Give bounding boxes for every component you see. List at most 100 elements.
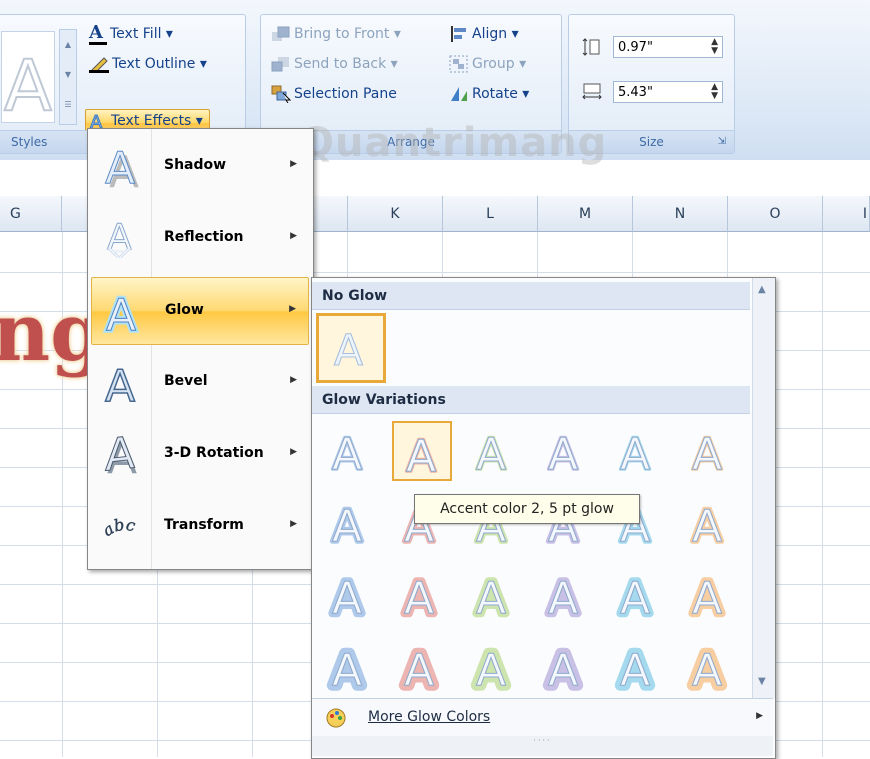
glow-a-icon: AA [399,640,440,702]
text-fill-icon: A [89,23,107,45]
styles-gallery-scroll[interactable]: ▲ ▼ ☰ [59,29,77,125]
menu-item-glow[interactable]: AA Glow ▶ [91,277,309,345]
menu-item-3d-rotation[interactable]: AA 3-D Rotation ▶ [91,421,309,489]
svg-text:A: A [106,290,136,336]
svg-text:A: A [406,431,436,482]
height-spinner-arrows[interactable]: ▲ ▼ [711,38,718,56]
column-header-n[interactable]: N [633,196,728,232]
gallery-scrollbar[interactable]: ▲ ▼ [752,278,775,698]
glow-variation-option[interactable]: AA [320,493,380,555]
glow-a-icon: AA [619,428,652,482]
glow-variation-option[interactable]: AA [320,421,380,482]
menu-item-shadow[interactable]: AA Shadow ▶ [91,133,309,201]
send-to-back-button[interactable]: Send to Back ▾ [271,53,398,75]
glow-a-icon: AA [328,569,366,628]
glow-variation-option[interactable]: AA [320,637,380,702]
glow-variation-option[interactable]: AA [680,421,740,482]
watermark: Quantrimang [300,120,607,166]
glow-a-icon: AA [327,640,368,702]
svg-text:A: A [476,429,506,480]
group-button[interactable]: Group ▾ [449,53,526,75]
svg-text:A: A [476,573,506,624]
glow-variation-option[interactable]: AA [392,421,452,484]
svg-text:A: A [107,245,132,259]
selection-pane-button[interactable]: Selection Pane [271,83,397,105]
svg-text:A: A [332,501,362,552]
svg-text:A: A [332,573,362,624]
glow-variation-option[interactable]: AA [536,565,596,628]
submenu-arrow-icon: ▶ [290,519,297,529]
glow-variation-option[interactable]: AA [680,493,740,555]
svg-text:A: A [334,326,363,376]
text-outline-button[interactable]: Text Outline ▾ [89,53,207,75]
glow-variation-option[interactable]: AA [464,421,524,482]
glow-variation-option[interactable]: AA [392,565,452,628]
width-spinner-arrows[interactable]: ▲ ▼ [711,83,718,101]
svg-text:A: A [620,573,650,624]
color-palette-icon [326,708,346,732]
submenu-arrow-icon: ▶ [290,447,297,457]
shape-width-input[interactable]: 5.43" ▲ ▼ [613,81,723,103]
rotation-a-icon: AA [105,431,138,479]
glow-a-icon: AA [104,288,139,336]
more-glow-colors-item[interactable]: More Glow Colors ▶ [312,698,773,737]
text-outline-pen-icon [89,55,109,74]
submenu-arrow-icon: ▶ [290,375,297,385]
no-glow-header: No Glow [312,282,750,310]
glow-variation-option[interactable]: AA [320,565,380,628]
group-icon [449,55,469,73]
glow-a-icon: AA [691,428,724,482]
shadow-a-icon: AA [105,143,140,191]
wordart-style-preview[interactable]: A [1,31,55,128]
glow-variation-option[interactable]: AA [680,565,740,628]
glow-variation-option[interactable]: AA [392,637,452,702]
column-header-o[interactable]: O [728,196,823,232]
no-glow-option[interactable]: A [316,313,386,383]
glow-variation-option[interactable]: AA [608,637,668,702]
svg-text:A: A [620,645,650,696]
svg-text:A: A [105,143,135,191]
shape-height-input[interactable]: 0.97" ▲ ▼ [613,36,723,58]
glow-a-icon: AA [330,499,365,555]
scroll-down-icon[interactable]: ▼ [758,676,766,687]
glow-variation-option[interactable]: AA [608,565,668,628]
svg-text:A: A [404,573,434,624]
scroll-up-icon[interactable]: ▲ [758,284,766,295]
menu-item-bevel[interactable]: A Bevel ▶ [91,349,309,417]
glow-a-icon: AA [472,569,510,628]
send-to-back-icon [271,55,291,73]
glow-variation-option[interactable]: AA [464,637,524,702]
svg-text:A: A [105,431,135,479]
menu-item-transform[interactable]: abc Transform ▶ [91,493,309,561]
bring-to-front-button[interactable]: Bring to Front ▾ [271,23,401,45]
svg-text:A: A [404,645,434,696]
column-header-k[interactable]: K [348,196,443,232]
submenu-arrow-icon: ▶ [289,304,296,314]
glow-variation-option[interactable]: AA [608,421,668,482]
glow-a-icon: AA [405,430,438,484]
column-header-m[interactable]: M [538,196,633,232]
column-header-l[interactable]: L [443,196,538,232]
glow-variation-option[interactable]: AA [536,421,596,482]
rotate-button[interactable]: Rotate ▾ [449,83,529,105]
watermark-text: Quantrimang [300,120,608,166]
reflection-a-icon: AA [107,217,133,261]
glow-a-icon: AA [544,569,582,628]
column-header-g[interactable]: G [0,196,62,232]
size-dialog-launcher-icon[interactable]: ⇲ [718,131,726,153]
text-fill-button[interactable]: A Text Fill ▾ [89,23,173,45]
transform-abc-icon: abc [101,515,137,541]
align-button[interactable]: Align ▾ [449,23,519,45]
column-header-p[interactable]: I [823,196,870,232]
menu-item-reflection[interactable]: AA Reflection ▶ [91,205,309,273]
column-header-j[interactable] [312,196,348,232]
resize-grip[interactable]: ···· [312,736,773,756]
glow-variation-option[interactable]: AA [464,565,524,628]
submenu-arrow-icon: ▶ [290,231,297,241]
svg-text:A: A [476,645,506,696]
rotate-icon [449,85,469,103]
submenu-arrow-icon: ▶ [756,711,763,721]
glow-a-icon: AA [615,640,656,702]
glow-variation-option[interactable]: AA [680,637,740,702]
glow-variation-option[interactable]: AA [536,637,596,702]
